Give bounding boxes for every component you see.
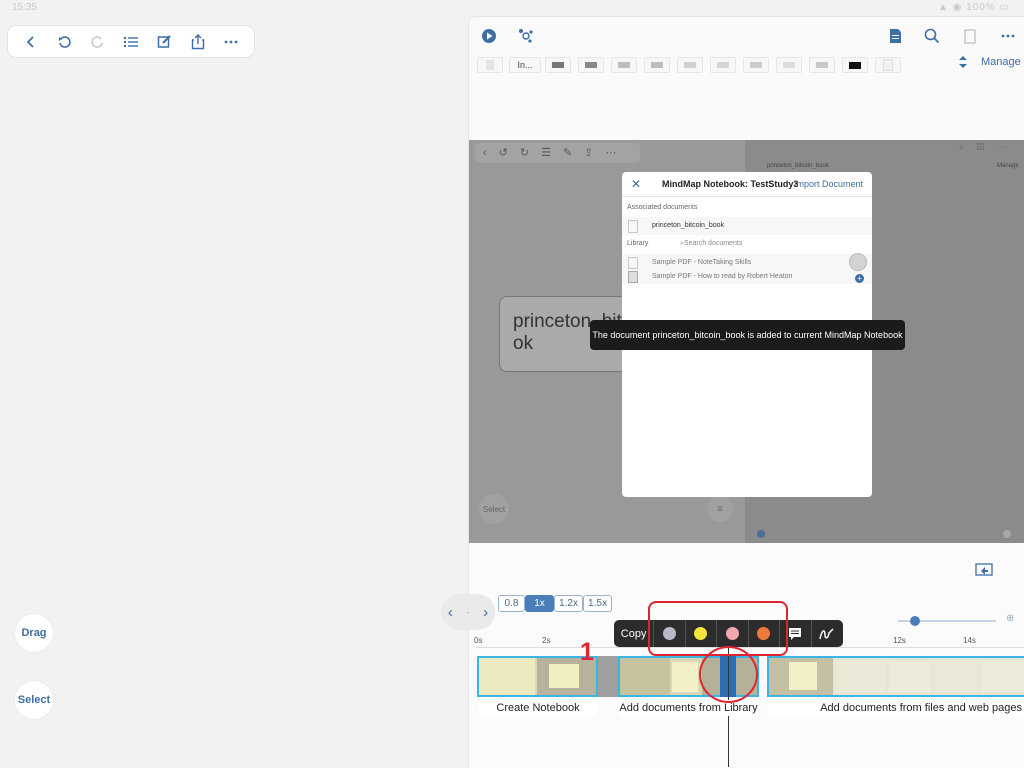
status-time: 15:35 <box>12 2 38 13</box>
tab-thumbnail[interactable] <box>710 57 736 73</box>
tab-active[interactable]: In... <box>509 57 541 73</box>
tab-thumbnail[interactable] <box>842 57 868 73</box>
library-heading: Library <box>627 240 649 247</box>
speed-option[interactable]: 1.5x <box>583 595 612 612</box>
library-doc-item: Sample PDF - How to read by Robert Heato… <box>652 273 793 280</box>
undo-icon[interactable] <box>53 31 75 53</box>
edit-icon[interactable] <box>153 31 175 53</box>
bookmark-icon[interactable] <box>960 26 980 46</box>
nav-dot: · <box>466 607 470 617</box>
timeline-nav: ‹ · › <box>441 594 495 630</box>
dialog-title: MindMap Notebook: TestStudy3 <box>662 179 799 189</box>
freehand-icon[interactable] <box>810 620 843 647</box>
import-document-link: Import Document <box>794 179 864 189</box>
time-tick: 2s <box>542 636 551 645</box>
inner-list-icon: ≡ <box>707 496 733 522</box>
annotation-number: 1 <box>580 638 594 666</box>
annotation-circle <box>699 646 758 703</box>
back-icon[interactable] <box>20 31 42 53</box>
tab-thumbnail[interactable] <box>743 57 769 73</box>
share-icon[interactable] <box>187 31 209 53</box>
inner-select-button: Select <box>479 494 509 524</box>
inner-manage-label: Manage <box>997 163 1019 169</box>
manage-button[interactable]: Manage <box>981 56 1021 68</box>
add-icon: + <box>855 274 864 283</box>
associated-doc-name: princeton_bitcoin_book <box>652 222 724 229</box>
tab-thumbnail[interactable] <box>578 57 604 73</box>
more-icon[interactable] <box>220 31 242 53</box>
next-icon[interactable]: › <box>483 604 488 621</box>
tab-thumbnail[interactable] <box>545 57 571 73</box>
panel-more-icon[interactable] <box>998 26 1018 46</box>
doc-thumbnail <box>628 220 638 233</box>
speed-option[interactable]: 1.2x <box>554 595 583 612</box>
redo-icon[interactable] <box>87 31 109 53</box>
search-documents-field: ⌕Search documents <box>680 240 743 247</box>
speed-option[interactable]: 0.8 <box>498 595 525 612</box>
zoom-slider-knob[interactable] <box>910 616 920 626</box>
panel-toolbar <box>469 17 1024 55</box>
clip-caption: Create Notebook <box>479 700 597 716</box>
inner-nav-dot <box>1003 530 1011 538</box>
search-placeholder: Search documents <box>683 240 743 247</box>
doc-thumbnail <box>628 271 638 283</box>
document-tabs: In... Manage <box>469 55 1024 75</box>
document-icon[interactable] <box>885 26 905 46</box>
tab-thumbnail[interactable] <box>875 57 901 73</box>
tab-thumbnail[interactable] <box>611 57 637 73</box>
zoom-in-icon[interactable]: ⊕ <box>1006 613 1014 624</box>
toast-message: The document princeton_bitcoin_book is a… <box>590 320 905 350</box>
tab-thumbnail[interactable] <box>809 57 835 73</box>
tab-thumbnail[interactable] <box>776 57 802 73</box>
video-frame[interactable]: ‹↺↻☰✎⇪⋯ princeton_bit ok Select ≡ ⌕▤⋯ pr… <box>469 140 1024 543</box>
timeline-clip[interactable] <box>767 656 1024 697</box>
clip-caption: Add documents from files and web pages <box>768 700 1024 716</box>
sort-icon[interactable] <box>958 55 972 73</box>
touch-indicator <box>849 253 867 271</box>
time-tick: 0s <box>474 636 483 645</box>
document-toolbar <box>8 26 254 57</box>
tab-thumbnail[interactable] <box>677 57 703 73</box>
inner-nav-dot <box>757 530 765 538</box>
screen-capture-icon[interactable] <box>975 563 999 587</box>
status-battery: ▲ ◉ 100% ▭ <box>938 2 1010 13</box>
inner-toolbar: ‹↺↻☰✎⇪⋯ <box>475 143 640 163</box>
clip-gap <box>598 656 618 697</box>
clip-caption: Add documents from Library <box>618 700 759 716</box>
tab-document[interactable] <box>477 57 503 73</box>
tab-thumbnail[interactable] <box>644 57 670 73</box>
associated-documents-heading: Associated documents <box>627 204 698 211</box>
status-bar: 15:35 ▲ ◉ 100% ▭ <box>0 0 1024 14</box>
mindmap-icon[interactable] <box>516 26 536 46</box>
select-button[interactable]: Select <box>15 681 53 719</box>
doc-thumbnail <box>628 257 638 269</box>
play-icon[interactable] <box>479 26 499 46</box>
drag-button[interactable]: Drag <box>15 614 53 652</box>
search-icon[interactable] <box>922 26 942 46</box>
time-tick: 14s <box>963 636 976 645</box>
time-tick: 12s <box>893 636 906 645</box>
close-icon: ✕ <box>631 177 642 191</box>
inner-right-icons: ⌕▤⋯ <box>959 142 1019 153</box>
inner-tab-label: princeton_bitcoin_book <box>767 163 829 169</box>
previous-icon[interactable]: ‹ <box>448 604 453 621</box>
battery-percent: 100% <box>966 2 996 13</box>
list-icon[interactable] <box>120 31 142 53</box>
library-doc-item: Sample PDF - NoteTaking Skills <box>652 259 752 266</box>
speed-option-active[interactable]: 1x <box>525 595 554 612</box>
